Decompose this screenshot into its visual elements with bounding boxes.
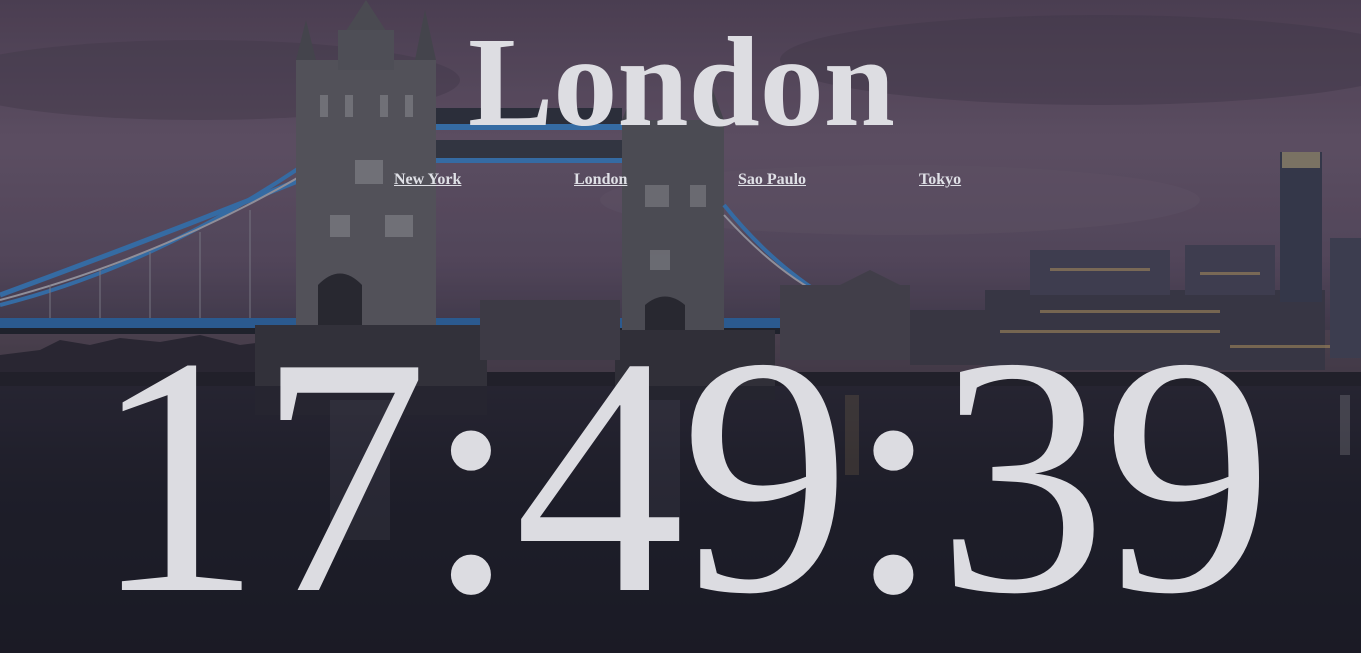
nav-link-london[interactable]: London bbox=[574, 171, 627, 189]
time-display: 17:49:39 bbox=[92, 287, 1273, 653]
nav-link-new-york[interactable]: New York bbox=[394, 171, 461, 189]
clock-page: London New York London Sao Paulo Tokyo 1… bbox=[0, 0, 1361, 653]
city-nav: New York London Sao Paulo Tokyo bbox=[0, 171, 1361, 193]
city-title: London bbox=[468, 11, 895, 153]
nav-link-sao-paulo[interactable]: Sao Paulo bbox=[738, 171, 806, 189]
nav-link-tokyo[interactable]: Tokyo bbox=[919, 171, 961, 189]
